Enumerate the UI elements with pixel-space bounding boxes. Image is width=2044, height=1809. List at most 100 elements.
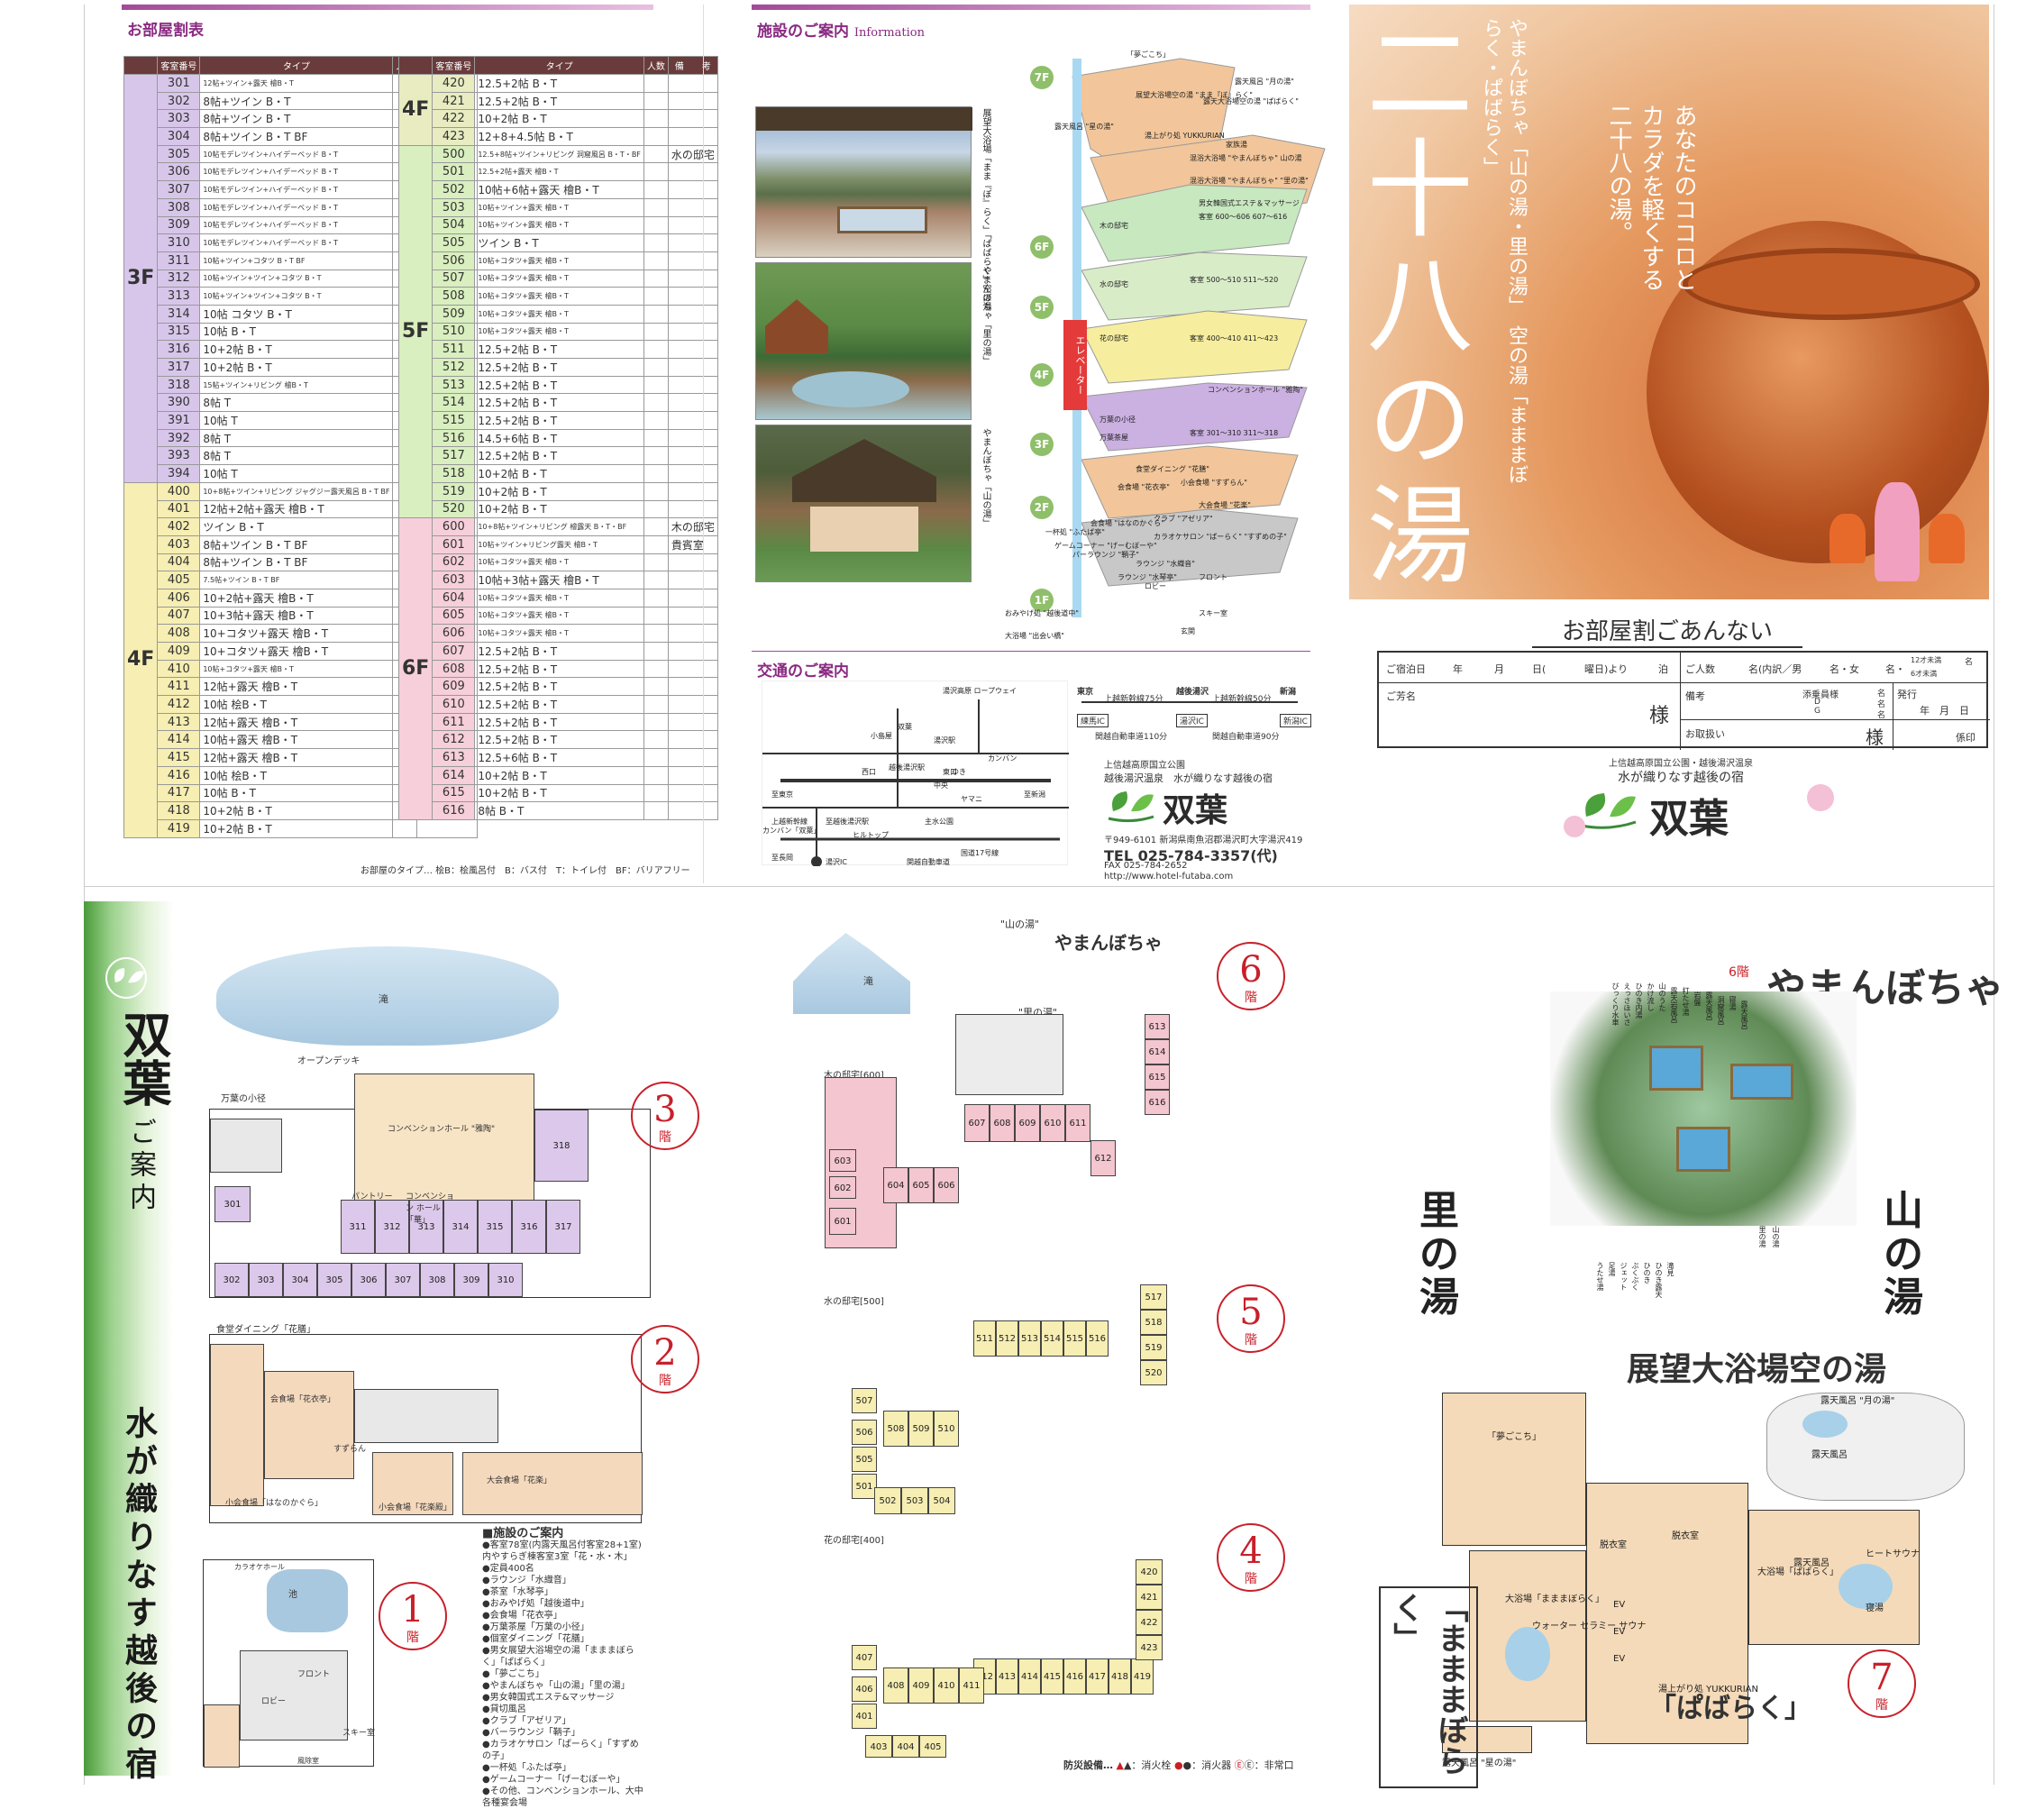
guide-goannai: ご案内 bbox=[120, 1118, 160, 1215]
lobby bbox=[240, 1650, 348, 1740]
map-label: 湯沢駅 bbox=[934, 735, 955, 745]
guest-room: 403 bbox=[865, 1735, 892, 1758]
table-cell: 10+8帖+ツイン+リビング 檜露天 B・T・BF bbox=[475, 518, 644, 536]
table-cell: 607 bbox=[433, 643, 475, 661]
floor-plan-5f: 5115125135145155165175185195205075085095… bbox=[820, 1302, 1190, 1519]
guest-room: 418 bbox=[1109, 1658, 1131, 1695]
facility-item: ●一杯処「ふたば亭」 bbox=[482, 1762, 644, 1774]
table-cell: 500 bbox=[433, 145, 475, 163]
cover-catch2: カラダを軽くする bbox=[1635, 104, 1667, 291]
table-cell bbox=[643, 110, 668, 128]
table-cell: 417 bbox=[158, 784, 200, 802]
floor-info-label: 客室 301〜310 311〜318 bbox=[1190, 428, 1278, 438]
guest-room: 510 bbox=[934, 1411, 959, 1447]
header-cell: タイプ bbox=[200, 57, 393, 75]
table-cell bbox=[668, 288, 717, 306]
table-cell: 12帖+露天 檜B・T bbox=[200, 678, 393, 696]
table-cell: 10+2帖 B・T bbox=[475, 766, 644, 784]
map-label: 西口 bbox=[862, 767, 876, 777]
table-cell bbox=[643, 482, 668, 500]
table-cell: 10帖 桧B・T bbox=[200, 766, 393, 784]
facility-item: ●客室78室(内露天風呂付客室28+1室)内やすらぎ棟客室3室「花・水・木」 bbox=[482, 1539, 644, 1563]
access-title: 交通のご案内 bbox=[757, 658, 849, 681]
map-label: 至新潟 bbox=[1024, 790, 1045, 799]
header-cell: 客室番号 bbox=[433, 57, 475, 75]
map-label: 至長岡 bbox=[771, 853, 793, 863]
floor-label-6f: 6F bbox=[1030, 235, 1054, 259]
table-row: 42210+2帖 B・T bbox=[399, 110, 718, 128]
table-cell: 502 bbox=[433, 181, 475, 199]
plan-label: 会食場「花衣亭」 bbox=[270, 1393, 335, 1404]
floor-info-label: カラオケサロン "ぱーらく" "すずめの子" bbox=[1154, 532, 1287, 542]
table-cell bbox=[643, 802, 668, 820]
floor-label-5f: 5F bbox=[1030, 296, 1054, 319]
map-label: ヒルトップ bbox=[853, 830, 889, 840]
hut bbox=[765, 299, 828, 353]
guest-room: 517 bbox=[1140, 1284, 1167, 1310]
sato-no-yu-logo: 里の湯 bbox=[1419, 1190, 1474, 1320]
table-cell bbox=[668, 465, 717, 483]
guest-room: 304 bbox=[283, 1263, 317, 1297]
table-cell bbox=[668, 482, 717, 500]
table-cell: 614 bbox=[433, 766, 475, 784]
room-table-title: お部屋割表 bbox=[127, 17, 204, 40]
pool bbox=[792, 371, 909, 407]
table-cell bbox=[643, 535, 668, 553]
leaf-icon bbox=[1104, 784, 1158, 825]
table-cell bbox=[668, 359, 717, 377]
table-cell: 315 bbox=[158, 323, 200, 341]
table-cell: 412 bbox=[158, 696, 200, 714]
facility-item: ●クラブ「アゼリア」 bbox=[482, 1715, 644, 1727]
table-cell: 10帖モデレツイン+ハイデーベッド B・T bbox=[200, 216, 393, 234]
floor-info-label: 玄関 bbox=[1181, 626, 1195, 636]
bath-feature-label: 露天風呂 bbox=[1739, 1000, 1749, 1029]
table-cell bbox=[643, 341, 668, 359]
table-row: 61012.5+2帖 B・T bbox=[399, 696, 718, 714]
section-bar bbox=[752, 5, 1310, 10]
guest-room: 519 bbox=[1140, 1335, 1167, 1360]
photo-sato-bath bbox=[755, 262, 972, 420]
form-label: 泊 bbox=[1658, 662, 1668, 676]
url[interactable]: http://www.hotel-futaba.com bbox=[1104, 872, 1233, 882]
table-cell bbox=[668, 163, 717, 181]
table-row: 60510帖+コタツ+露天 檜B・T bbox=[399, 607, 718, 625]
table-cell: 423 bbox=[433, 128, 475, 146]
floor-badge-6: 6階 bbox=[1217, 942, 1285, 1010]
table-cell: 12.5+2帖 B・T bbox=[475, 92, 644, 110]
form-label: G bbox=[1814, 707, 1820, 716]
table-cell: 10帖+コタツ+露天 檜B・T bbox=[475, 270, 644, 288]
bath-feature-label: 打たせ湯 bbox=[1681, 987, 1691, 1016]
table-cell: 12帖+露天 檜B・T bbox=[200, 713, 393, 731]
map-label: 中央 bbox=[934, 781, 948, 790]
floor-info-label: 木の邸宅 bbox=[1100, 221, 1128, 231]
table-cell: 313 bbox=[158, 288, 200, 306]
table-cell bbox=[643, 198, 668, 216]
table-cell bbox=[643, 305, 668, 323]
route-ic: 新潟IC bbox=[1280, 714, 1311, 727]
table-cell: 8帖+ツイン B・T BF bbox=[200, 535, 393, 553]
header-cell: 備 考 bbox=[668, 57, 717, 75]
guest-room: 516 bbox=[1086, 1320, 1109, 1357]
guest-room: 420 bbox=[1136, 1559, 1163, 1585]
character-left bbox=[1830, 514, 1866, 563]
table-cell: ツイン B・T bbox=[475, 234, 644, 252]
facility-item: ●茶室「水琴亭」 bbox=[482, 1586, 644, 1598]
floor-plan-4f: 4124134144154164174184194204214224234074… bbox=[820, 1541, 1190, 1758]
table-cell: 10帖+コタツ+露天 檜B・T bbox=[475, 553, 644, 571]
floor-plan-6f: 6076086096106116126136146156166036026016… bbox=[820, 1077, 1190, 1284]
guest-room: 307 bbox=[386, 1263, 420, 1297]
table-row: 51614.5+6帖 B・T bbox=[399, 429, 718, 447]
table-cell: 600 bbox=[433, 518, 475, 536]
table-cell bbox=[643, 251, 668, 270]
table-row: 51512.5+2帖 B・T bbox=[399, 412, 718, 430]
table-cell bbox=[668, 376, 717, 394]
floor-info-label: 「夢ごこち」 bbox=[1127, 50, 1170, 59]
table-cell bbox=[668, 766, 717, 784]
plan-label: ロビー bbox=[261, 1695, 286, 1706]
table-cell bbox=[668, 110, 717, 128]
table-cell bbox=[643, 766, 668, 784]
table-cell: 304 bbox=[158, 128, 200, 146]
plan-label: 大浴場「まままぼらく」 bbox=[1505, 1591, 1604, 1604]
manyo-path bbox=[210, 1119, 282, 1173]
table-cell bbox=[643, 270, 668, 288]
